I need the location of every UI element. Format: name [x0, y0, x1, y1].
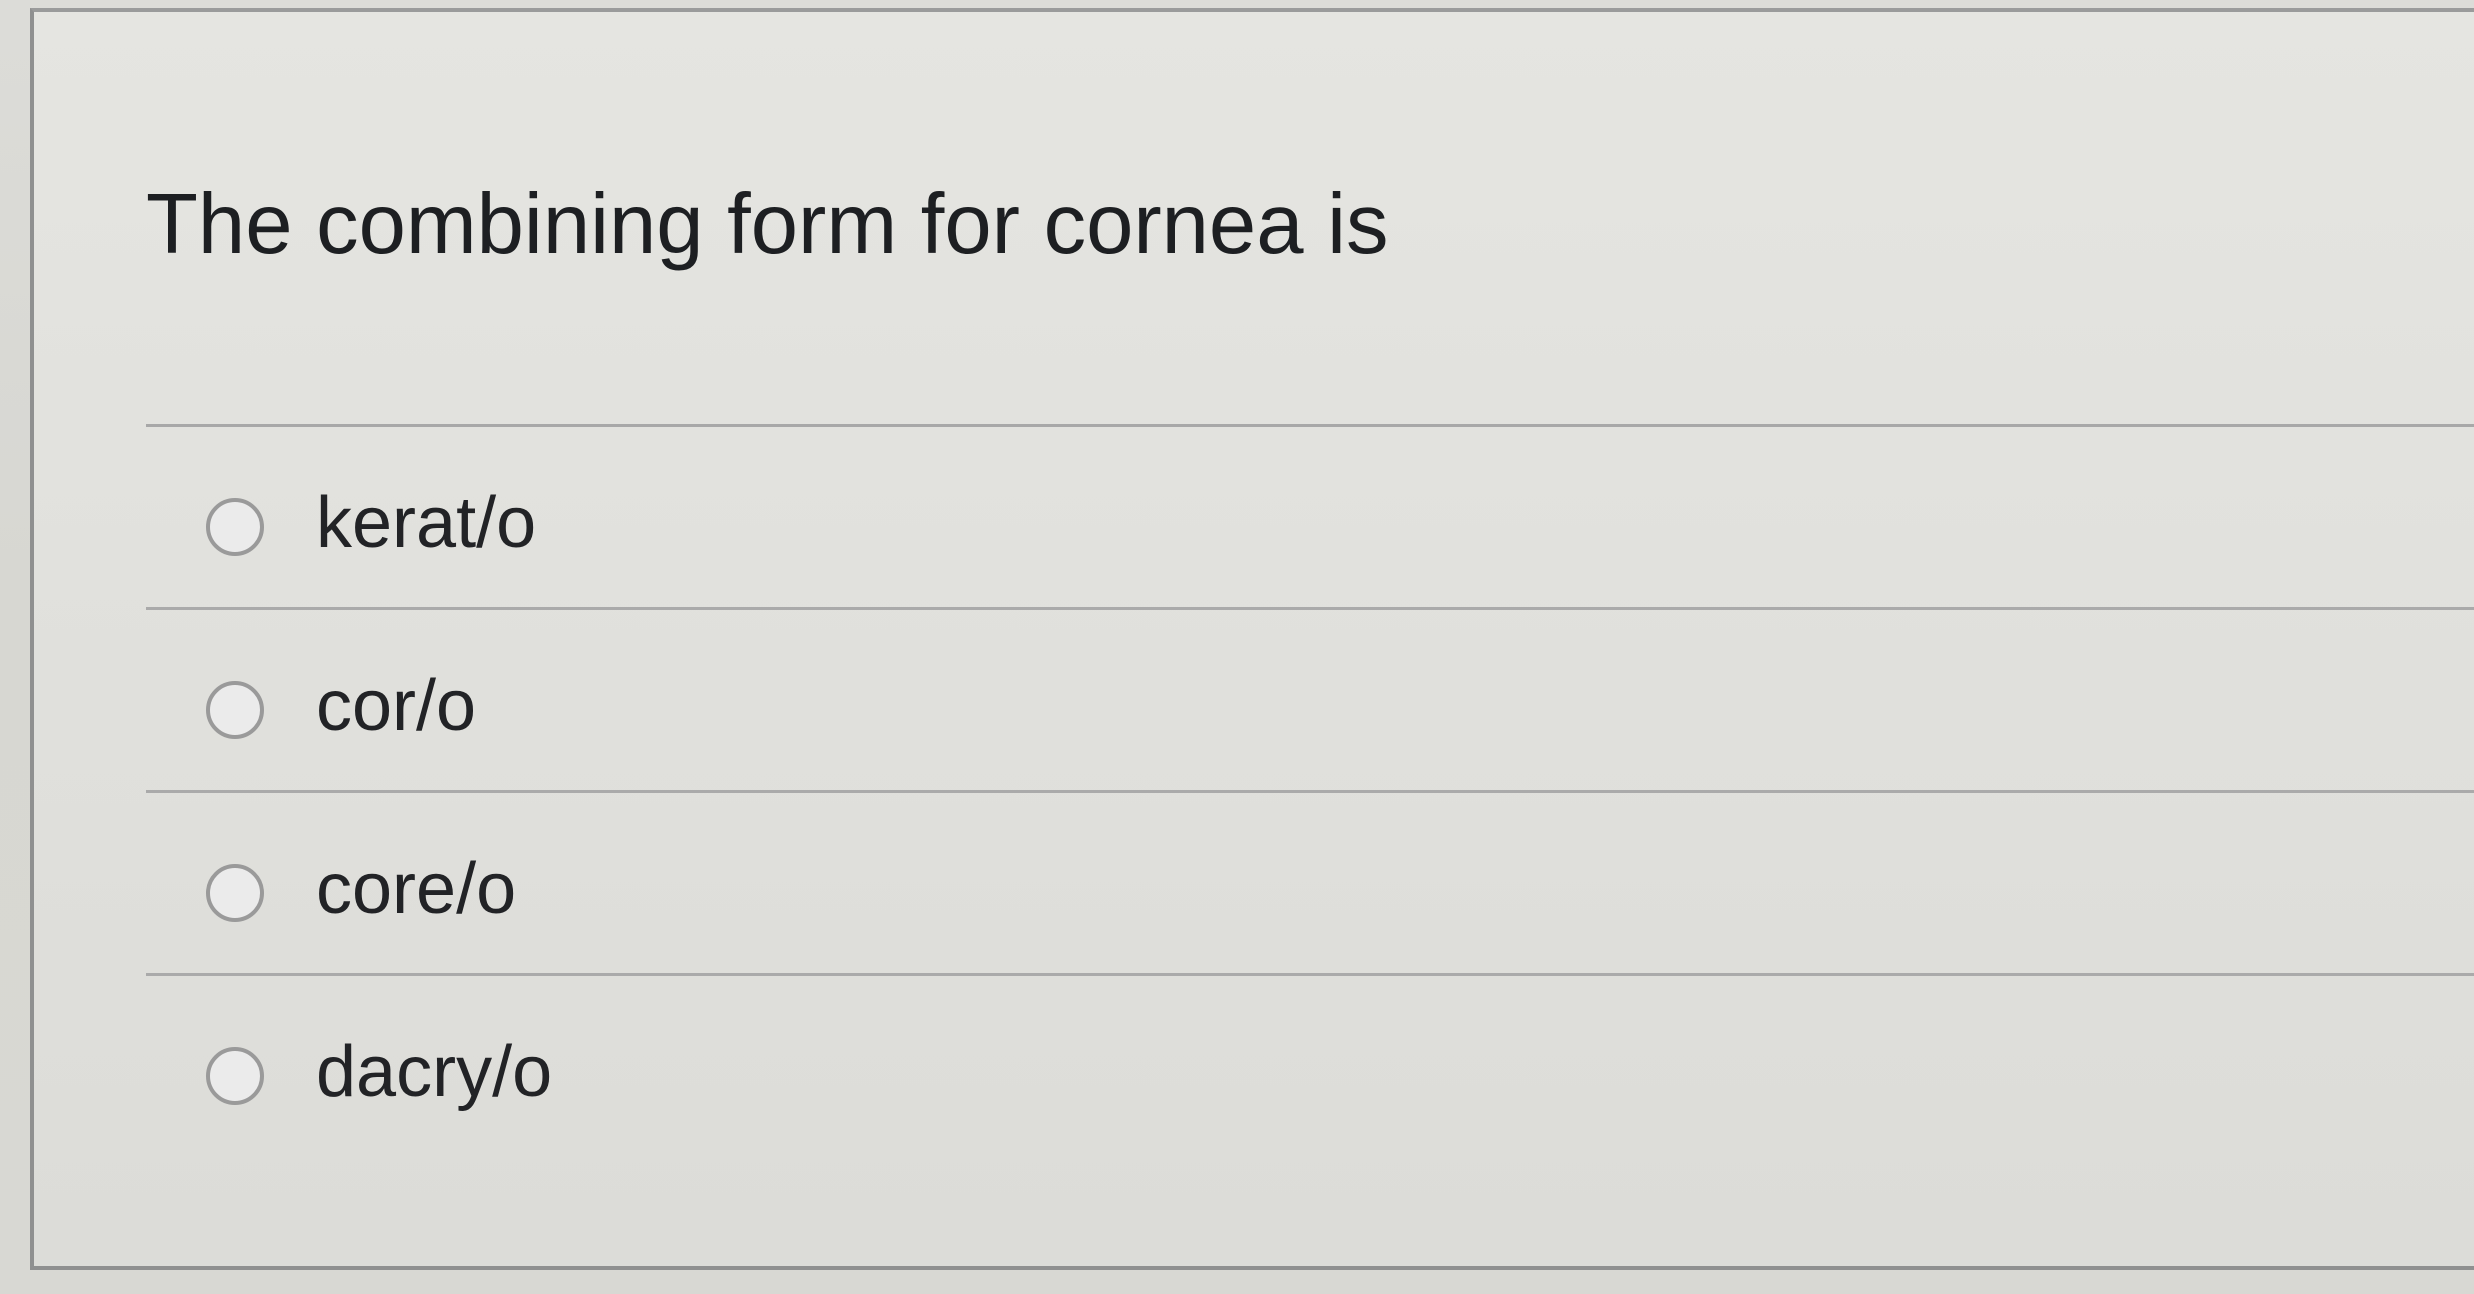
radio-button-icon[interactable]	[206, 498, 264, 556]
radio-button-icon[interactable]	[206, 864, 264, 922]
radio-button-icon[interactable]	[206, 1047, 264, 1105]
radio-button-icon[interactable]	[206, 681, 264, 739]
answer-option-kerato[interactable]: kerat/o	[146, 427, 2474, 610]
answer-label: dacry/o	[316, 1032, 553, 1112]
answer-label: kerat/o	[316, 483, 537, 563]
answer-label: cor/o	[316, 666, 477, 746]
answer-label: core/o	[316, 849, 517, 929]
question-text: The combining form for cornea is	[146, 177, 1389, 272]
question-card: The combining form for cornea is kerat/o…	[30, 8, 2474, 1270]
quiz-screen: The combining form for cornea is kerat/o…	[0, 0, 2474, 1294]
answer-option-coro[interactable]: cor/o	[146, 610, 2474, 793]
answer-option-coreo[interactable]: core/o	[146, 793, 2474, 976]
answer-option-dacryo[interactable]: dacry/o	[146, 976, 2474, 1159]
answer-options: kerat/o cor/o core/o dacry/o	[146, 427, 2474, 1159]
